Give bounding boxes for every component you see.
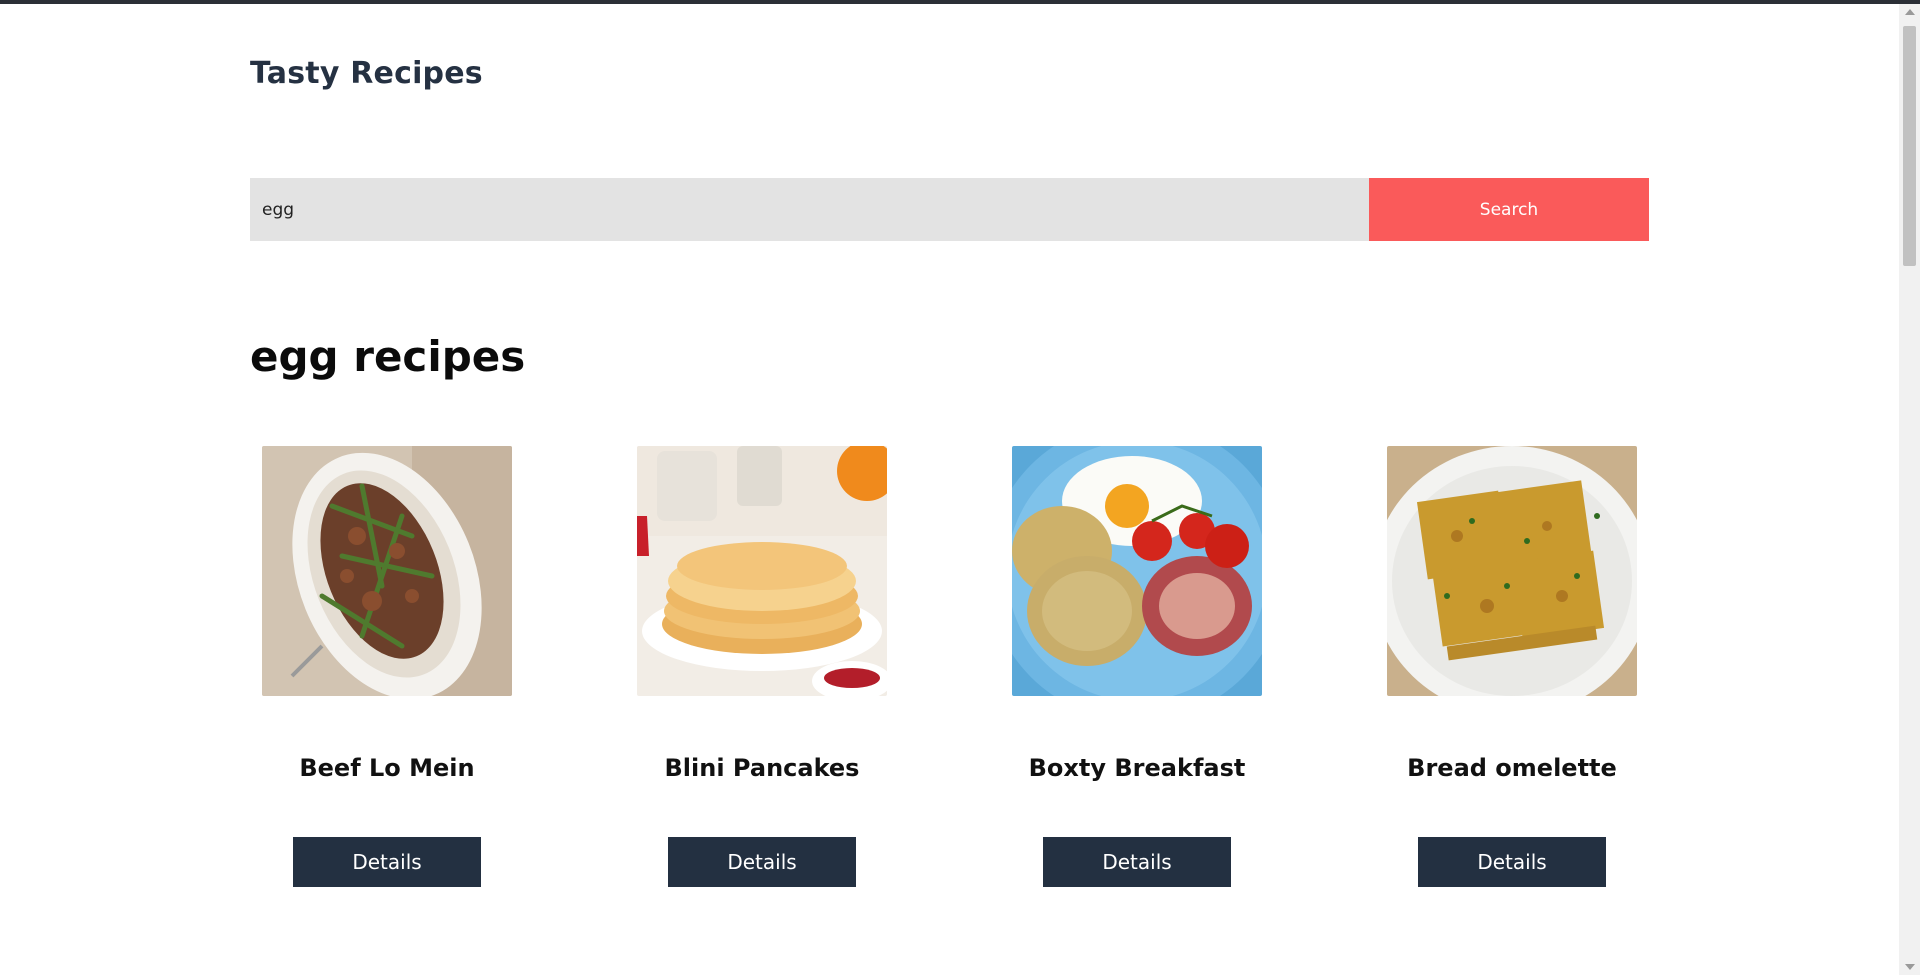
recipe-title: Blini Pancakes — [664, 754, 860, 782]
recipe-title: Boxty Breakfast — [1028, 754, 1246, 782]
page: Tasty Recipes Search egg recipes — [0, 4, 1899, 975]
bread-omelette-photo — [1387, 446, 1637, 696]
site-brand[interactable]: Tasty Recipes — [250, 56, 483, 91]
details-button[interactable]: Details — [1043, 837, 1231, 887]
recipe-image[interactable] — [262, 446, 512, 696]
recipe-title: Bread omelette — [1407, 754, 1617, 782]
scrollbar-thumb[interactable] — [1903, 26, 1916, 266]
beef-lo-mein-photo — [262, 446, 512, 696]
search-input[interactable] — [250, 178, 1369, 241]
blini-pancakes-photo — [637, 446, 887, 696]
recipe-card: Boxty Breakfast Details — [1012, 446, 1262, 887]
recipe-card: Beef Lo Mein Details — [262, 446, 512, 887]
scroll-down-arrow-icon[interactable] — [1905, 964, 1915, 970]
details-button[interactable]: Details — [1418, 837, 1606, 887]
search-bar: Search — [250, 178, 1649, 241]
boxty-breakfast-photo — [1012, 446, 1262, 696]
recipe-image[interactable] — [1387, 446, 1637, 696]
scroll-up-arrow-icon[interactable] — [1905, 9, 1915, 15]
recipe-image[interactable] — [637, 446, 887, 696]
recipe-card: Bread omelette Details — [1387, 446, 1637, 887]
details-button[interactable]: Details — [668, 837, 856, 887]
recipe-title: Beef Lo Mein — [299, 754, 475, 782]
recipe-card: Blini Pancakes Details — [637, 446, 887, 887]
details-button[interactable]: Details — [293, 837, 481, 887]
results-heading: egg recipes — [250, 332, 526, 381]
recipe-image[interactable] — [1012, 446, 1262, 696]
search-button[interactable]: Search — [1369, 178, 1649, 241]
vertical-scrollbar[interactable] — [1899, 4, 1920, 975]
